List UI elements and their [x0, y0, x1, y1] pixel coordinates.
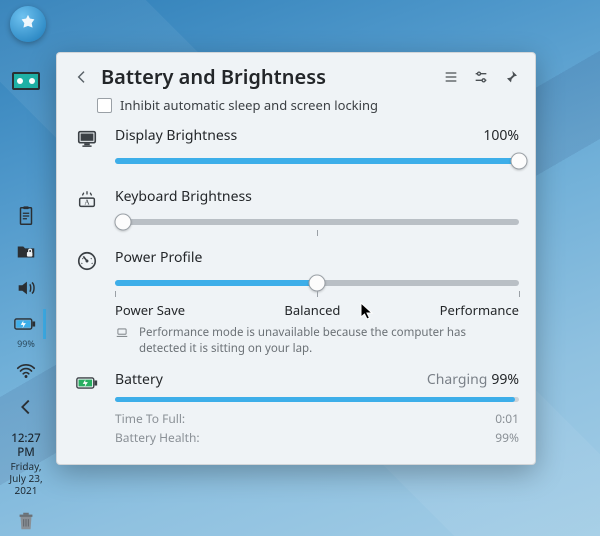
clock-time: 12:27 PM — [2, 432, 50, 460]
task-entry-cassette[interactable] — [8, 66, 44, 96]
battery-progress — [115, 397, 519, 402]
battery-label: Battery — [115, 370, 163, 389]
keyboard-brightness-section: A Keyboard Brightness — [73, 187, 519, 234]
inhibit-row[interactable]: Inhibit automatic sleep and screen locki… — [97, 96, 519, 114]
power-profile-note-text: Performance mode is unavailable because … — [139, 325, 489, 356]
gauge-icon — [76, 250, 98, 272]
power-profile-section: Power Profile Power Save Balanced Perfor… — [73, 248, 519, 356]
tray-network[interactable] — [8, 356, 44, 386]
folder-lock-icon — [15, 241, 37, 263]
chevron-left-icon — [15, 396, 37, 418]
tray-vault[interactable] — [8, 237, 44, 267]
keyboard-brightness-icon: A — [76, 189, 98, 211]
inhibit-label: Inhibit automatic sleep and screen locki… — [120, 96, 378, 114]
wifi-icon — [15, 360, 37, 382]
pin-button[interactable] — [503, 69, 519, 85]
display-brightness-section: Display Brightness 100% — [73, 126, 519, 173]
power-profile-label: Power Profile — [115, 248, 202, 267]
clipboard-icon — [15, 205, 37, 227]
battery-state: Charging — [427, 370, 487, 389]
kde-logo-icon — [17, 13, 39, 35]
profile-label-performance: Performance — [440, 301, 519, 319]
battery-brightness-popup: Battery and Brightness Inhibit automatic… — [56, 52, 536, 465]
tray-battery-percent: 99% — [17, 337, 35, 350]
menu-button[interactable] — [443, 69, 459, 85]
hamburger-icon — [443, 69, 459, 85]
configure-button[interactable] — [473, 69, 489, 85]
battery-percent-text: 99% — [491, 370, 519, 389]
keyboard-brightness-label: Keyboard Brightness — [115, 187, 252, 206]
battery-charging-icon — [14, 313, 36, 335]
app-launcher-button[interactable] — [10, 6, 46, 42]
task-panel: 99% 12:27 PM Friday, July 23, 2021 — [0, 60, 52, 536]
popup-header: Battery and Brightness — [73, 63, 519, 90]
tray-clipboard[interactable] — [8, 201, 44, 231]
clock-year: 2021 — [2, 484, 50, 496]
laptop-icon — [115, 326, 129, 340]
battery-charging-icon — [76, 372, 98, 394]
popup-title: Battery and Brightness — [101, 63, 433, 90]
sliders-icon — [473, 69, 489, 85]
tray-volume[interactable] — [8, 273, 44, 303]
battery-health-value: 99% — [495, 429, 519, 446]
profile-label-balanced: Balanced — [284, 301, 340, 319]
pin-icon — [503, 69, 519, 85]
volume-icon — [15, 277, 37, 299]
tray-expand[interactable] — [8, 392, 44, 422]
cassette-icon — [12, 72, 40, 90]
power-profile-slider[interactable] — [115, 275, 519, 291]
time-to-full-label: Time To Full: — [115, 410, 185, 427]
display-brightness-value: 100% — [483, 126, 519, 145]
trash-icon — [15, 510, 37, 532]
profile-label-powersave: Power Save — [115, 301, 185, 319]
battery-health-label: Battery Health: — [115, 429, 200, 446]
keyboard-brightness-slider[interactable] — [115, 214, 519, 230]
time-to-full-value: 0:01 — [495, 410, 519, 427]
svg-text:A: A — [84, 198, 90, 207]
monitor-icon — [76, 128, 98, 150]
back-button[interactable] — [73, 68, 91, 86]
display-brightness-slider[interactable] — [115, 153, 519, 169]
power-profile-note: Performance mode is unavailable because … — [115, 325, 519, 356]
battery-section: Battery Charging99% Time To Full: 0:01 B… — [73, 370, 519, 446]
tray-battery[interactable] — [6, 309, 46, 339]
inhibit-checkbox[interactable] — [97, 98, 112, 113]
chevron-left-icon — [74, 69, 90, 85]
panel-clock[interactable]: 12:27 PM Friday, July 23, 2021 — [0, 428, 52, 500]
display-brightness-label: Display Brightness — [115, 126, 237, 145]
tray-trash[interactable] — [8, 506, 44, 536]
